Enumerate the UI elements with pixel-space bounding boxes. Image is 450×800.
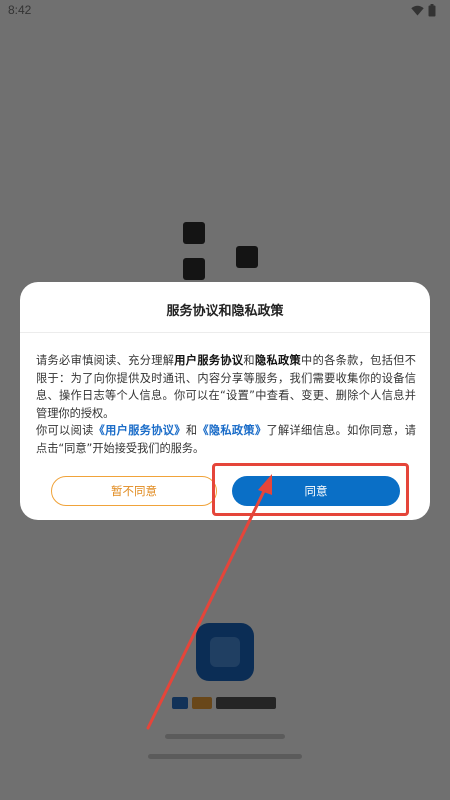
- annotation-arrow-icon: [146, 474, 272, 730]
